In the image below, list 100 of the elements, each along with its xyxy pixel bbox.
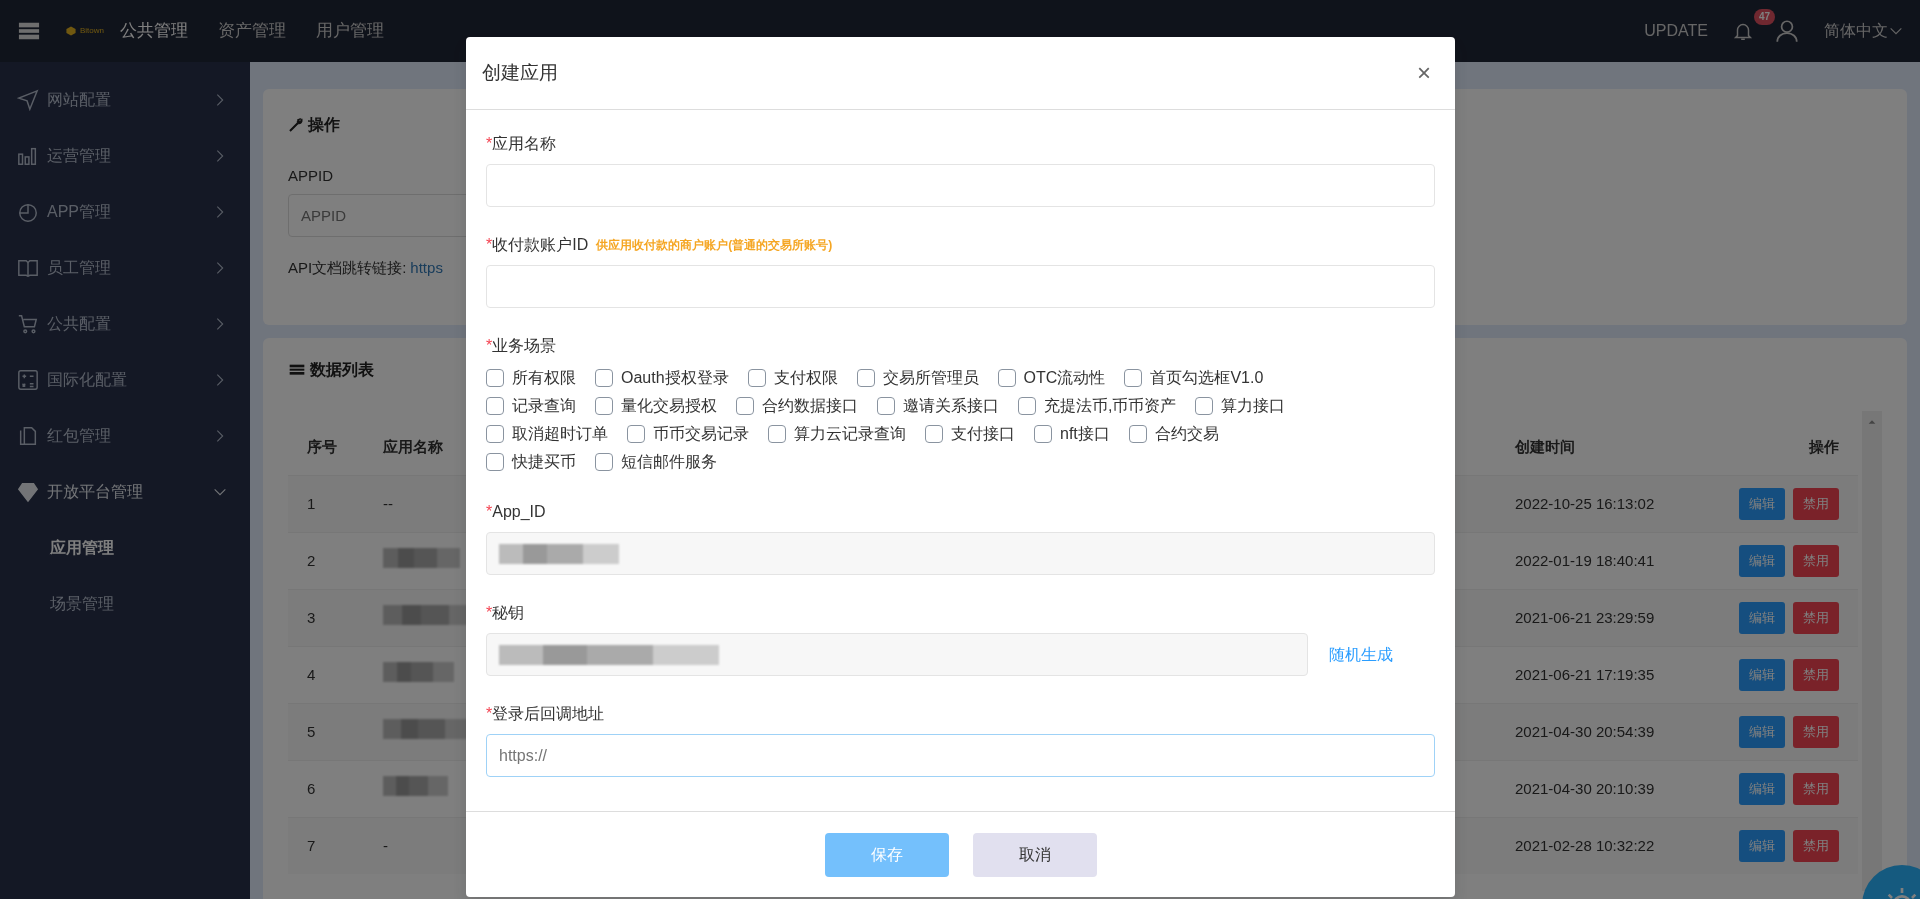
field-hint: 供应用收付款的商户账户(普通的交易所账号) [596, 237, 833, 254]
disable-button[interactable]: 禁用 [1793, 716, 1839, 748]
sidebar-item[interactable]: 员工管理 [0, 240, 250, 296]
calculator-icon [17, 369, 39, 391]
checkbox[interactable] [747, 369, 766, 387]
edit-button[interactable]: 编辑 [1739, 830, 1785, 862]
save-button[interactable]: 保存 [824, 832, 949, 877]
field-label: *App_ID [486, 502, 546, 522]
user-icon[interactable] [1774, 18, 1800, 44]
sidebar-item[interactable]: 网站配置 [0, 72, 250, 128]
sidebar-item[interactable]: 红包管理 [0, 408, 250, 464]
checkbox[interactable] [1018, 397, 1036, 415]
checkbox-label: 记录查询 [512, 396, 576, 416]
table-cell: 4 [307, 665, 316, 683]
edit-button[interactable]: 编辑 [1739, 602, 1785, 634]
edit-button[interactable]: 编辑 [1739, 773, 1785, 805]
checkbox-label: 支付接口 [951, 424, 1015, 444]
checkbox[interactable] [486, 453, 504, 471]
edit-button[interactable]: 编辑 [1739, 659, 1785, 691]
checkbox[interactable] [1124, 369, 1143, 387]
table-cell: 3 [307, 608, 316, 626]
checkbox[interactable] [595, 397, 613, 415]
generate-link[interactable]: 随机生成 [1329, 642, 1393, 667]
readonly-field[interactable] [486, 633, 1308, 676]
nav-menu-item[interactable]: 用户管理 [316, 18, 384, 44]
documents-icon [17, 425, 39, 447]
book-icon [17, 257, 39, 279]
scroll-track[interactable] [1862, 411, 1882, 891]
nav-menu-item[interactable]: 资产管理 [218, 18, 286, 44]
language-selector[interactable]: 简体中文 [1824, 19, 1888, 43]
checkbox-label: 量化交易授权 [621, 396, 717, 416]
checkbox[interactable] [486, 369, 504, 387]
sidebar-item[interactable]: APP管理 [0, 184, 250, 240]
checkbox-label: 邀请关系接口 [903, 396, 999, 416]
disable-button[interactable]: 禁用 [1793, 659, 1839, 691]
send-icon [17, 89, 39, 111]
checkbox[interactable] [627, 425, 645, 443]
sidebar-subitem[interactable]: 应用管理 [0, 520, 250, 576]
checkbox[interactable] [877, 397, 895, 415]
checkbox[interactable] [486, 397, 504, 415]
table-cell: 7 [307, 836, 316, 854]
checkbox-label: 支付权限 [773, 368, 838, 388]
checkbox-label: 币币交易记录 [653, 424, 749, 444]
nav-menu-item[interactable]: 公共管理 [120, 18, 188, 44]
field-label: *秘钥 [486, 603, 525, 623]
checkbox[interactable] [1128, 425, 1147, 443]
sidebar-item[interactable]: 运营管理 [0, 128, 250, 184]
checkbox-label: 短信邮件服务 [621, 452, 717, 472]
sidebar-item[interactable]: 开放平台管理 [0, 464, 250, 520]
checkbox[interactable] [856, 369, 875, 387]
checkbox[interactable] [768, 425, 786, 443]
disable-button[interactable]: 禁用 [1793, 773, 1839, 805]
update-link[interactable]: UPDATE [1644, 19, 1708, 43]
pie-chart-icon [17, 201, 39, 223]
column-header: 应用名称 [383, 437, 443, 455]
cancel-button[interactable]: 取消 [972, 832, 1097, 877]
sidebar-item[interactable]: 国际化配置 [0, 352, 250, 408]
diamond-icon [17, 481, 39, 503]
checkbox-label: 首页勾选框V1.0 [1150, 368, 1264, 388]
table-cell: 2022-10-25 16:13:02 [1515, 494, 1655, 512]
notification-badge: 47 [1754, 9, 1776, 25]
table-cell: 2022-01-19 18:40:41 [1515, 551, 1655, 569]
table-cell: 5 [307, 722, 316, 740]
checkbox[interactable] [1195, 397, 1214, 415]
checkbox[interactable] [997, 369, 1016, 387]
section-title: 数据列表 [310, 360, 374, 380]
readonly-field[interactable] [486, 532, 1435, 575]
checkbox[interactable] [925, 425, 943, 443]
field-label: *业务场景 [486, 336, 557, 356]
checkbox[interactable] [1034, 425, 1052, 443]
sidebar-subitem[interactable]: 场景管理 [0, 576, 250, 632]
checkbox-label: 算力接口 [1221, 396, 1286, 416]
input-field[interactable] [486, 265, 1435, 308]
disable-button[interactable]: 禁用 [1793, 830, 1839, 862]
field-label: *应用名称 [486, 134, 557, 154]
disable-button[interactable]: 禁用 [1793, 488, 1839, 520]
wrench-icon [288, 117, 304, 133]
disable-button[interactable]: 禁用 [1793, 545, 1839, 577]
edit-button[interactable]: 编辑 [1739, 545, 1785, 577]
checkbox-label: OTC流动性 [1023, 368, 1106, 388]
logo-text: Bitown [80, 25, 104, 37]
checkbox[interactable] [486, 425, 504, 443]
input-field[interactable]: https:// [486, 734, 1435, 777]
edit-button[interactable]: 编辑 [1739, 488, 1785, 520]
checkbox[interactable] [595, 369, 613, 387]
checkbox-label: 取消超时订单 [512, 424, 608, 444]
edit-button[interactable]: 编辑 [1739, 716, 1785, 748]
checkbox[interactable] [736, 397, 754, 415]
bar-chart-icon [17, 145, 39, 167]
checkbox-label: 合约数据接口 [762, 396, 858, 416]
server-menu-icon[interactable] [16, 20, 42, 42]
disable-button[interactable]: 禁用 [1793, 602, 1839, 634]
sidebar-item[interactable]: 公共配置 [0, 296, 250, 352]
doc-link[interactable]: https [410, 258, 443, 276]
close-button[interactable]: × [1411, 60, 1437, 86]
table-cell: 2021-04-30 20:54:39 [1515, 722, 1655, 740]
input-field[interactable] [486, 164, 1435, 207]
table-cell: 2021-02-28 10:32:22 [1515, 836, 1655, 854]
checkbox[interactable] [595, 453, 613, 471]
cart-icon [17, 313, 39, 335]
